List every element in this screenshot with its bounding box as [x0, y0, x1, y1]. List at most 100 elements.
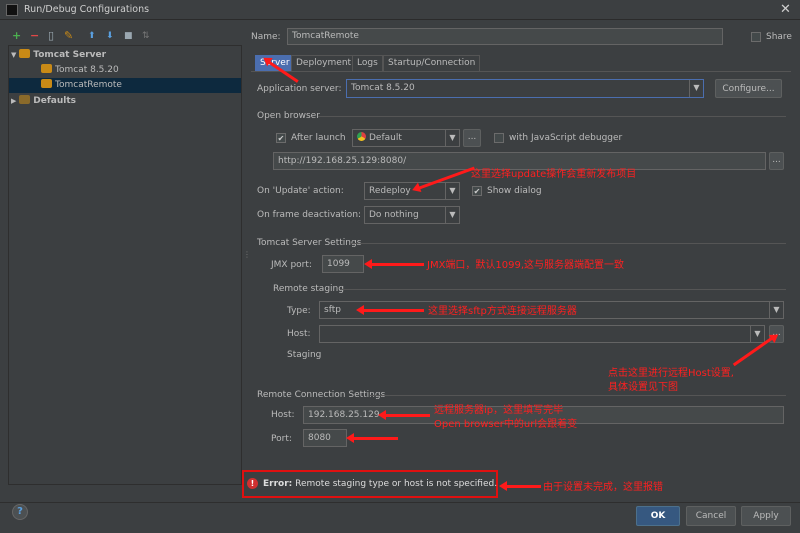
remote-port-label: Port:	[271, 434, 292, 444]
tomcat-icon	[41, 64, 52, 73]
annotation-arrow-sftp	[356, 305, 424, 315]
tree-group-label: Tomcat Server	[33, 50, 107, 60]
tomcat-icon	[41, 79, 52, 88]
section-divider	[370, 395, 786, 396]
annotation-update: 这里选择update操作会重新发布项目	[471, 169, 637, 180]
tab-divider	[251, 71, 791, 72]
remote-port-field[interactable]: 8080	[303, 429, 347, 447]
apply-button[interactable]: Apply	[741, 506, 791, 526]
tree-item-tomcatremote[interactable]: TomcatRemote	[9, 78, 241, 93]
section-divider	[340, 289, 786, 290]
name-field[interactable]: TomcatRemote	[287, 28, 723, 45]
tree-item-defaults[interactable]: ▶ Defaults	[11, 94, 241, 109]
splitter-handle[interactable]: ⋮	[243, 250, 251, 259]
frame-deactivation-value: Do nothing	[369, 210, 419, 220]
annotation-error: 由于设置未完成，这里报错	[543, 482, 663, 493]
add-icon[interactable]: +	[12, 29, 21, 42]
js-debugger-checkbox[interactable]	[494, 133, 504, 143]
move-down-icon[interactable]: ⬇	[106, 31, 114, 41]
remote-staging-label: Remote staging	[273, 284, 344, 294]
app-server-label: Application server:	[257, 84, 342, 94]
annotation-jmx: JMX端口，默认1099,这与服务器端配置一致	[427, 260, 625, 271]
annotation-arrow-ip	[378, 410, 430, 420]
section-divider	[318, 116, 786, 117]
frame-deactivation-label: On frame deactivation:	[257, 210, 362, 220]
error-message: Error: Remote staging type or host is no…	[263, 479, 497, 489]
app-server-select[interactable]: Tomcat 8.5.20 ▼	[346, 79, 704, 98]
annotation-sftp: 这里选择sftp方式连接远程服务器	[428, 306, 577, 317]
remote-host-label: Host:	[271, 410, 295, 420]
browser-select[interactable]: Default ▼	[352, 129, 460, 147]
tomcat-settings-label: Tomcat Server Settings	[257, 238, 362, 248]
annotation-arrow-port	[346, 433, 398, 443]
annotation-host-line1: 点击这里进行远程Host设置,	[608, 368, 734, 379]
app-server-value: Tomcat 8.5.20	[351, 83, 415, 93]
name-label: Name:	[251, 32, 281, 42]
expand-icon[interactable]: ▼	[11, 51, 16, 59]
config-tree: ▼ Tomcat Server Tomcat 8.5.20 TomcatRemo…	[8, 45, 242, 485]
chevron-down-icon: ▼	[445, 207, 459, 223]
show-dialog-checkbox[interactable]: ✔	[472, 186, 482, 196]
sort-icon[interactable]: ⇅	[142, 31, 150, 41]
move-up-icon[interactable]: ⬆	[88, 31, 96, 41]
js-debugger-label: with JavaScript debugger	[509, 133, 623, 143]
jmx-port-field[interactable]: 1099	[322, 255, 364, 273]
staging-type-label: Type:	[287, 306, 311, 316]
chevron-down-icon: ▼	[750, 326, 764, 342]
window-titlebar: Run/Debug Configurations ✕	[0, 0, 800, 20]
chevron-down-icon: ▼	[445, 183, 459, 199]
frame-deactivation-select[interactable]: Do nothing ▼	[364, 206, 460, 224]
remove-icon[interactable]: −	[30, 29, 39, 42]
remote-connection-label: Remote Connection Settings	[257, 390, 386, 400]
share-checkbox[interactable]	[751, 32, 761, 42]
copy-icon[interactable]: ▯	[48, 29, 54, 42]
staging-host-label: Host:	[287, 329, 311, 339]
tree-item-label: TomcatRemote	[55, 80, 122, 90]
after-launch-checkbox[interactable]: ✔	[276, 133, 286, 143]
url-more-button[interactable]: ...	[769, 152, 784, 170]
configure-button[interactable]: Configure...	[715, 79, 782, 98]
share-label: Share	[766, 32, 792, 42]
error-icon: !	[247, 478, 258, 489]
update-action-value: Redeploy	[369, 186, 411, 196]
tab-deployment[interactable]: Deployment	[291, 55, 357, 71]
tree-item-label: Tomcat 8.5.20	[55, 65, 119, 75]
tree-group-tomcat[interactable]: ▼ Tomcat Server	[11, 48, 241, 63]
window-title: Run/Debug Configurations	[24, 4, 150, 15]
section-divider	[350, 243, 786, 244]
wrench-icon[interactable]: ✎	[64, 29, 73, 42]
tab-server[interactable]: Server	[255, 55, 295, 71]
tree-item-label: Defaults	[33, 96, 76, 106]
folder-icon[interactable]: ■	[124, 31, 133, 41]
browser-more-button[interactable]: ...	[463, 129, 481, 147]
defaults-icon	[19, 95, 31, 104]
browser-value: Default	[369, 133, 402, 143]
chevron-down-icon: ▼	[445, 130, 459, 146]
close-icon[interactable]: ✕	[780, 2, 791, 17]
app-icon	[6, 4, 18, 16]
footer-divider	[0, 502, 800, 503]
staging-host-select[interactable]: ▼	[319, 325, 765, 343]
help-icon[interactable]: ?	[12, 504, 28, 520]
staging-type-value: sftp	[324, 305, 341, 315]
tree-item-tomcat-8520[interactable]: Tomcat 8.5.20	[41, 63, 241, 78]
ok-button[interactable]: OK	[636, 506, 680, 526]
cancel-button[interactable]: Cancel	[686, 506, 736, 526]
tab-logs[interactable]: Logs	[352, 55, 383, 71]
chevron-down-icon: ▼	[689, 80, 703, 97]
tomcat-icon	[19, 49, 31, 58]
chevron-down-icon: ▼	[769, 302, 783, 318]
tab-startup-connection[interactable]: Startup/Connection	[383, 55, 481, 71]
annotation-host-line2: 具体设置见下图	[608, 382, 678, 393]
staging-label: Staging	[287, 350, 322, 360]
error-prefix: Error:	[263, 479, 293, 489]
show-dialog-label: Show dialog	[487, 186, 542, 196]
error-text: Remote staging type or host is not speci…	[295, 479, 498, 489]
jmx-port-label: JMX port:	[271, 260, 312, 270]
collapse-icon[interactable]: ▶	[11, 97, 16, 105]
annotation-ip-line2: Open browser中的url会跟着变	[434, 419, 578, 430]
open-browser-label: Open browser	[257, 111, 320, 121]
chrome-icon	[357, 132, 366, 141]
annotation-arrow-jmx	[364, 259, 424, 269]
after-launch-label: After launch	[291, 133, 346, 143]
